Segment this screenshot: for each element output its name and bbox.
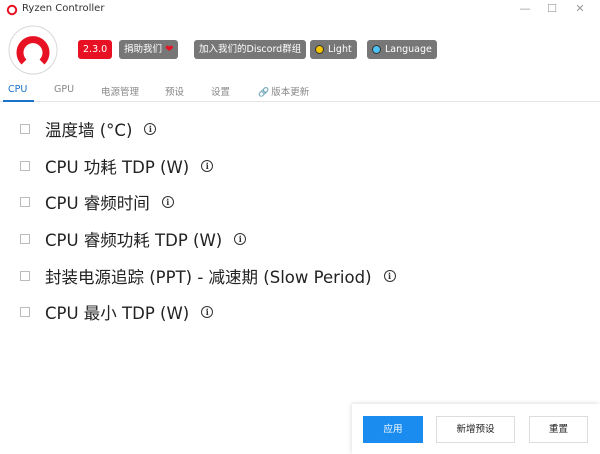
title-bar: Ryzen Controller — ☐ ✕ (0, 0, 600, 20)
discord-button[interactable]: 加入我们的Discord群组 (194, 40, 307, 59)
apply-button[interactable]: 应用 (363, 416, 423, 443)
option-checkbox[interactable] (20, 307, 30, 317)
donate-label: 捐助我们 (124, 44, 163, 55)
action-panel: 应用 新增预设 重置 (352, 404, 600, 454)
window-title: Ryzen Controller (22, 3, 105, 14)
option-temperature-limit: 温度墙 (°C) i (20, 118, 157, 140)
reset-button[interactable]: 重置 (529, 416, 588, 443)
new-preset-button[interactable]: 新增预设 (436, 416, 515, 443)
option-ppt-slow-period: 封装电源追踪 (PPT) - 减速期 (Slow Period) i (20, 265, 396, 287)
active-tab-indicator (3, 100, 34, 102)
info-icon[interactable]: i (201, 160, 214, 172)
info-icon[interactable]: i (201, 306, 214, 318)
option-label: CPU 最小 TDP (W) (45, 304, 190, 323)
link-icon: 🔗 (258, 88, 270, 98)
option-label: 温度墙 (°C) (45, 121, 133, 140)
language-label: Language (385, 44, 432, 55)
option-cpu-tdp: CPU 功耗 TDP (W) i (20, 155, 214, 177)
option-label: 封装电源追踪 (PPT) - 减速期 (Slow Period) (45, 268, 372, 287)
minimize-button[interactable]: — (510, 0, 540, 20)
version-badge: 2.3.0 (78, 40, 113, 59)
option-min-tdp: CPU 最小 TDP (W) i (20, 301, 214, 323)
theme-label: Light (328, 44, 352, 55)
version-label: 2.3.0 (83, 44, 108, 55)
info-icon[interactable]: i (161, 196, 174, 208)
tab-version-update[interactable]: 🔗 版本更新 (258, 84, 309, 98)
theme-toggle-button[interactable]: Light (310, 40, 357, 59)
heart-icon: ❤ (165, 44, 174, 55)
ryzen-controller-logo (8, 25, 58, 75)
info-icon[interactable]: i (234, 233, 247, 245)
tab-cpu[interactable]: CPU (8, 84, 27, 95)
option-boost-time: CPU 睿频时间 i (20, 191, 174, 213)
tab-settings[interactable]: 设置 (211, 84, 230, 98)
maximize-button[interactable]: ☐ (537, 0, 567, 20)
discord-label: 加入我们的Discord群组 (199, 44, 302, 55)
tab-power-management[interactable]: 电源管理 (101, 84, 139, 98)
option-boost-tdp: CPU 睿频功耗 TDP (W) i (20, 228, 247, 250)
light-dot-icon (315, 45, 324, 54)
option-checkbox[interactable] (20, 271, 30, 281)
language-button[interactable]: Language (367, 40, 437, 59)
donate-button[interactable]: 捐助我们 ❤ (119, 40, 179, 59)
close-button[interactable]: ✕ (565, 0, 595, 20)
language-dot-icon (372, 45, 381, 54)
tab-version-update-label: 版本更新 (271, 87, 310, 98)
info-icon[interactable]: i (383, 270, 396, 282)
info-icon[interactable]: i (144, 123, 157, 135)
option-checkbox[interactable] (20, 234, 30, 244)
option-label: CPU 功耗 TDP (W) (45, 158, 190, 177)
option-label: CPU 睿频功耗 TDP (W) (45, 231, 223, 250)
app-logo-icon (6, 4, 18, 16)
tab-bar: CPU GPU 电源管理 预设 设置 🔗 版本更新 (0, 80, 600, 102)
option-checkbox[interactable] (20, 197, 30, 207)
tab-presets[interactable]: 预设 (165, 84, 184, 98)
option-label: CPU 睿频时间 (45, 194, 150, 213)
option-checkbox[interactable] (20, 161, 30, 171)
option-checkbox[interactable] (20, 124, 30, 134)
tab-gpu[interactable]: GPU (54, 84, 74, 95)
